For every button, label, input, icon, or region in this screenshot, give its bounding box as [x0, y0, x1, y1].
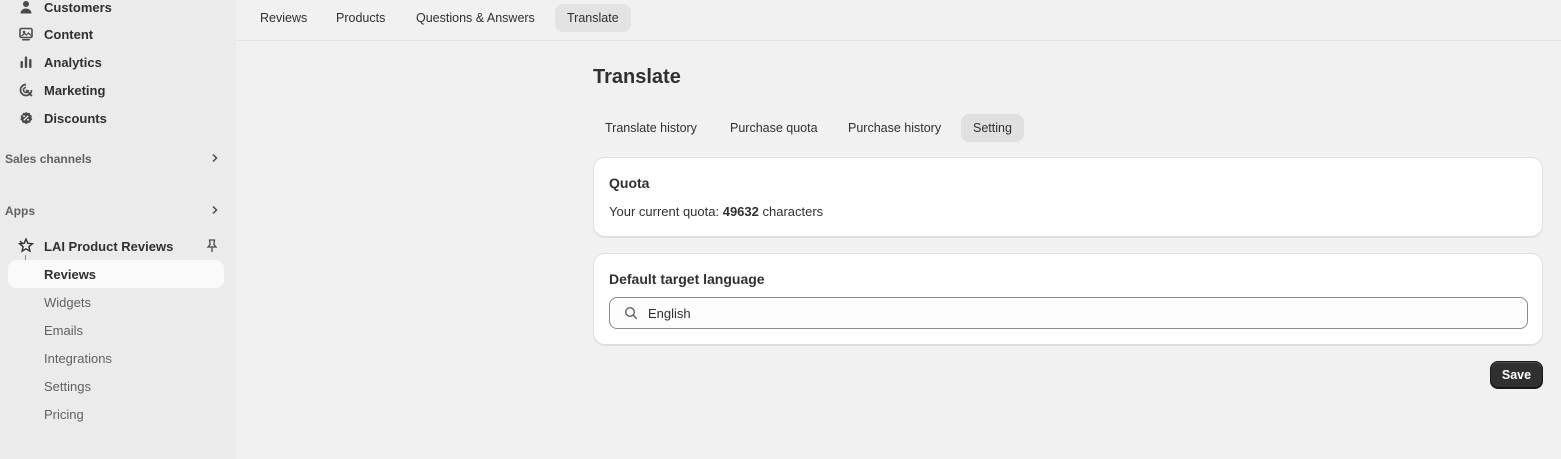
sidebar-item-label: Customers — [44, 0, 112, 15]
quota-text: Your current quota: 49632 characters — [609, 204, 823, 219]
sales-channels-header[interactable]: Sales channels — [0, 145, 236, 173]
sidebar-item-label: Content — [44, 26, 94, 42]
save-button[interactable]: Save — [1490, 361, 1543, 389]
default-language-card: Default target language — [593, 253, 1543, 345]
app-name: LAI Product Reviews — [44, 238, 174, 254]
person-icon — [18, 0, 34, 15]
chevron-right-icon — [210, 150, 220, 168]
bar-chart-icon — [18, 54, 34, 70]
sidebar-subitem-integrations[interactable]: Integrations — [8, 344, 224, 372]
tab-translate[interactable]: Translate — [555, 4, 631, 32]
tab-questions-answers[interactable]: Questions & Answers — [404, 4, 547, 32]
default-language-title: Default target language — [609, 271, 765, 287]
page-title: Translate — [593, 66, 681, 88]
sales-channels-label: Sales channels — [5, 152, 92, 166]
sidebar: Customers Content Analytics Marketing Di… — [0, 0, 236, 459]
sidebar-subitem-label: Emails — [44, 322, 84, 338]
apps-header[interactable]: Apps — [0, 197, 236, 225]
sidebar-item-label: Discounts — [44, 110, 107, 126]
quota-card: Quota Your current quota: 49632 characte… — [593, 157, 1543, 237]
sidebar-subitem-settings[interactable]: Settings — [8, 372, 224, 400]
sidebar-item-content[interactable]: Content — [8, 20, 224, 48]
sidebar-item-discounts[interactable]: Discounts — [8, 104, 224, 132]
sidebar-subitem-label: Settings — [44, 378, 91, 394]
apps-label: Apps — [5, 204, 35, 218]
sidebar-subitem-reviews[interactable]: Reviews — [8, 260, 224, 288]
content-icon — [18, 26, 34, 42]
sidebar-subitem-widgets[interactable]: Widgets — [8, 288, 224, 316]
tab-purchase-quota[interactable]: Purchase quota — [718, 114, 830, 142]
tab-purchase-history[interactable]: Purchase history — [836, 114, 953, 142]
app-lai-product-reviews[interactable]: LAI Product Reviews — [8, 232, 224, 260]
sidebar-subitem-label: Integrations — [44, 350, 112, 366]
discount-icon — [18, 110, 34, 126]
sidebar-subitem-emails[interactable]: Emails — [8, 316, 224, 344]
target-icon — [18, 82, 34, 98]
sidebar-subitem-pricing[interactable]: Pricing — [8, 400, 224, 428]
tab-reviews[interactable]: Reviews — [248, 4, 319, 32]
star-lightning-icon — [18, 238, 34, 254]
quota-prefix: Your current quota: — [609, 204, 723, 219]
quota-card-title: Quota — [609, 175, 650, 191]
language-search-input[interactable] — [648, 305, 1508, 321]
top-tab-bar: Reviews Products Questions & Answers Tra… — [236, 0, 1561, 41]
quota-value: 49632 — [722, 204, 759, 219]
sidebar-item-label: Analytics — [44, 54, 102, 70]
sidebar-subitem-label: Reviews — [44, 266, 97, 282]
sidebar-item-analytics[interactable]: Analytics — [8, 48, 224, 76]
search-icon — [624, 306, 638, 320]
sidebar-item-marketing[interactable]: Marketing — [8, 76, 224, 104]
tab-products[interactable]: Products — [324, 4, 397, 32]
chevron-right-icon — [210, 202, 220, 220]
sidebar-item-label: Marketing — [44, 82, 106, 98]
sidebar-subitem-label: Pricing — [44, 406, 84, 422]
tab-setting[interactable]: Setting — [961, 114, 1024, 142]
tab-translate-history[interactable]: Translate history — [593, 114, 709, 142]
pin-icon[interactable] — [206, 239, 218, 253]
sidebar-item-customers[interactable]: Customers — [8, 0, 224, 21]
sidebar-subitem-label: Widgets — [44, 294, 91, 310]
language-search-field[interactable] — [609, 297, 1528, 329]
quota-suffix: characters — [758, 204, 824, 219]
